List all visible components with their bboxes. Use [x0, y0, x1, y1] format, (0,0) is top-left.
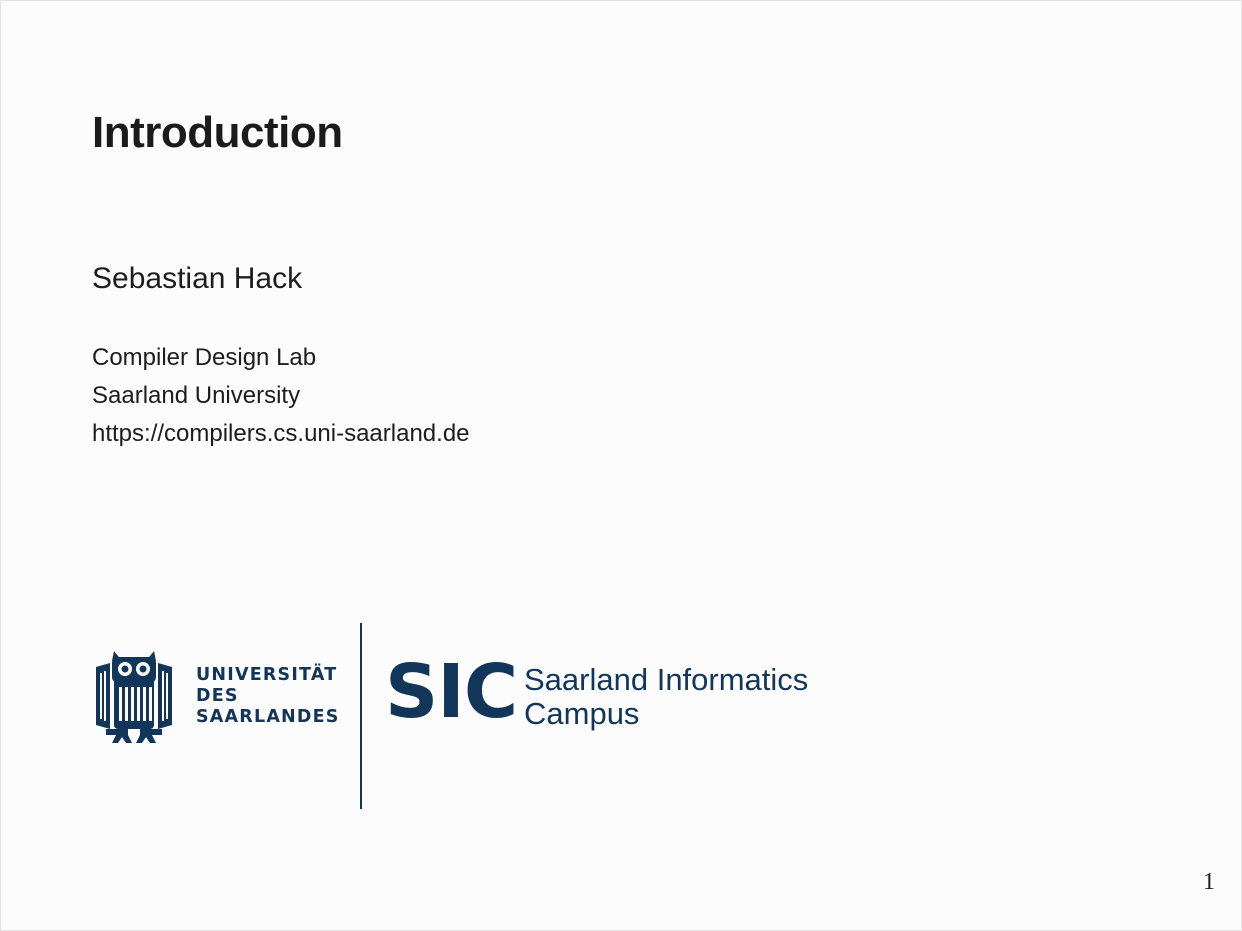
uds-logo: UNIVERSITÄT DES SAARLANDES — [92, 649, 338, 745]
uds-line-3: SAARLANDES — [196, 707, 340, 727]
author-name: Sebastian Hack — [92, 262, 303, 295]
affiliation-university: Saarland University — [92, 382, 301, 409]
uds-line-2: DES — [196, 686, 239, 706]
affiliation-url: https://compilers.cs.uni-saarland.de — [92, 420, 470, 447]
sic-line-1: Saarland Informatics — [524, 662, 809, 697]
owl-icon — [96, 651, 172, 743]
slide: Introduction Sebastian Hack Compiler Des… — [0, 0, 1242, 931]
sic-line-2: Campus — [524, 696, 640, 731]
uds-wordmark: UNIVERSITÄT DES SAARLANDES — [196, 665, 340, 728]
affiliation-lab: Compiler Design Lab — [92, 344, 317, 371]
logo-divider — [360, 623, 362, 809]
slide-title: Introduction — [92, 108, 343, 157]
page-number: 1 — [1203, 869, 1215, 895]
sic-logo-mark: SIC — [385, 649, 518, 735]
affiliation-block: Compiler Design Lab Saarland University … — [92, 339, 470, 453]
uds-line-1: UNIVERSITÄT — [196, 665, 338, 685]
sic-wordmark: Saarland Informatics Campus — [524, 663, 808, 731]
